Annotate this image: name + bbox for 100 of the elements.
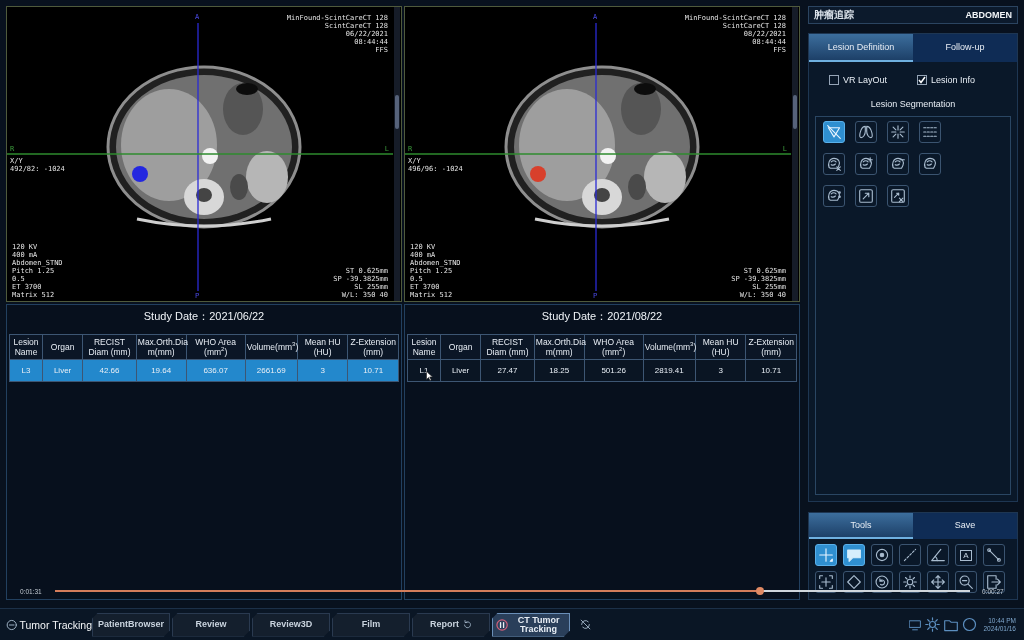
panel-tab[interactable]: Tools xyxy=(809,513,913,539)
section-title: Lesion Segmentation xyxy=(870,99,956,109)
table-cell: 18.25 xyxy=(534,359,585,382)
table-cell: 3 xyxy=(297,359,348,382)
progress-handle[interactable] xyxy=(755,587,764,595)
ring-icon xyxy=(962,617,978,632)
tool-button[interactable] xyxy=(899,571,921,593)
table-cell: 636.07 xyxy=(186,359,246,382)
table-cell: L3 xyxy=(9,359,43,382)
column-header: Max.Orth.Dia m(mm) xyxy=(534,334,585,360)
crossed-arrows-icon xyxy=(580,619,591,630)
panel-tab[interactable]: Lesion Definition xyxy=(809,34,913,62)
head-plus-icon xyxy=(859,157,873,171)
table-cell: 3 xyxy=(695,359,746,382)
table-cell: 42.66 xyxy=(82,359,137,382)
zoom-icon xyxy=(959,575,973,589)
undo-circle-icon xyxy=(875,575,889,589)
export-icon xyxy=(987,575,1001,589)
tool-button[interactable] xyxy=(919,121,941,143)
folder-icon xyxy=(944,617,959,632)
body-region-label: ABDOMEN xyxy=(965,10,1012,20)
table-cell: 2661.69 xyxy=(245,359,298,382)
study-date-title: Study Date：2021/06/22 xyxy=(143,310,265,323)
column-header: Volume(mm$^{3}$) xyxy=(643,334,696,360)
tool-button[interactable] xyxy=(823,185,845,207)
crossed-triangle-icon xyxy=(827,125,841,139)
table-cell: 10.71 xyxy=(347,359,399,382)
column-header: Organ xyxy=(440,334,481,360)
head-cross-icon xyxy=(827,157,841,171)
tool-button[interactable] xyxy=(823,153,845,175)
move-icon xyxy=(931,575,945,589)
option-label: VR LayOut xyxy=(843,75,888,85)
column-header: Lesion Name xyxy=(407,334,441,360)
app-tab[interactable]: Review3D xyxy=(252,612,330,637)
square-arrow-icon xyxy=(859,189,873,203)
column-header: Organ xyxy=(42,334,83,360)
tool-button[interactable] xyxy=(927,544,949,566)
tool-button[interactable] xyxy=(823,121,845,143)
panel-tab[interactable]: Save xyxy=(913,513,1017,539)
burst-icon xyxy=(891,125,905,139)
table-cell: 10.71 xyxy=(745,359,797,382)
column-header: Volume(mm$^{3}$) xyxy=(245,334,298,360)
table-cell: 27.47 xyxy=(480,359,535,382)
column-header: Mean HU (HU) xyxy=(297,334,348,360)
crosshair-corners-icon xyxy=(819,575,833,589)
panel-title: 肿瘤追踪 xyxy=(814,8,854,22)
table-cell: 2819.41 xyxy=(643,359,696,382)
table-cell: Liver xyxy=(42,359,83,382)
speech-bubble-icon xyxy=(847,548,861,562)
app-tab[interactable]: Review xyxy=(172,612,250,637)
replay-icon xyxy=(462,619,472,630)
tool-button[interactable]: A xyxy=(955,544,977,566)
video-title: Tumor Tracking xyxy=(19,618,92,631)
study-date-title: Study Date：2021/08/22 xyxy=(541,310,663,323)
logo-icon xyxy=(6,618,18,631)
head-minus-icon xyxy=(891,157,905,171)
diamond-icon xyxy=(847,575,861,589)
tool-button[interactable] xyxy=(919,153,941,175)
option-label: Lesion Info xyxy=(931,75,976,85)
app-tab[interactable]: Report xyxy=(412,612,490,637)
column-header: Max.Orth.Dia m(mm) xyxy=(136,334,187,360)
column-header: RECIST Diam (mm) xyxy=(82,334,137,360)
lungs-icon xyxy=(859,125,873,139)
column-header: Z-Extension (mm) xyxy=(745,334,797,360)
tool-button[interactable] xyxy=(983,544,1005,566)
app-tab[interactable]: Film xyxy=(332,612,410,637)
app-tab[interactable]: PatientBrowser xyxy=(92,612,170,637)
tool-button[interactable] xyxy=(855,121,877,143)
gear-icon xyxy=(925,617,941,632)
tool-button[interactable] xyxy=(887,121,909,143)
checkbox[interactable] xyxy=(829,75,839,85)
tool-button[interactable] xyxy=(887,185,909,207)
column-header: RECIST Diam (mm) xyxy=(480,334,535,360)
crosshair-icon xyxy=(819,548,833,562)
dashed-line-icon xyxy=(903,548,917,562)
tool-button[interactable] xyxy=(887,153,909,175)
square-cross-icon xyxy=(891,189,905,203)
tool-button[interactable] xyxy=(871,544,893,566)
table-cell: Liver xyxy=(440,359,481,382)
column-header: Lesion Name xyxy=(9,334,43,360)
sync-off-button[interactable] xyxy=(580,619,591,630)
tool-button[interactable] xyxy=(855,153,877,175)
panel-tab[interactable]: Follow-up xyxy=(913,34,1017,62)
tool-button[interactable] xyxy=(983,571,1005,593)
column-header: Z-Extension (mm) xyxy=(347,334,399,360)
angle-icon xyxy=(931,548,945,562)
column-header: Mean HU (HU) xyxy=(695,334,746,360)
tool-button[interactable] xyxy=(855,185,877,207)
table-row[interactable]: L3 Liver 42.66 19.64 636.07 2661.69 3 10.71 xyxy=(9,359,399,382)
scrollbar[interactable] xyxy=(394,7,400,301)
checkbox[interactable] xyxy=(917,75,928,85)
table-cell: 19.64 xyxy=(136,359,187,382)
scrollbar[interactable] xyxy=(792,7,798,301)
monitor-icon xyxy=(909,618,922,631)
tool-button[interactable] xyxy=(843,544,865,566)
table-row[interactable]: L1 Liver 27.47 18.25 501.26 2819.41 3 10.71 xyxy=(407,359,797,382)
head-icon xyxy=(923,157,937,171)
app-tab[interactable]: CT Tumor Tracking xyxy=(492,612,570,637)
table-cell: 501.26 xyxy=(584,359,644,382)
target-icon xyxy=(875,548,889,562)
